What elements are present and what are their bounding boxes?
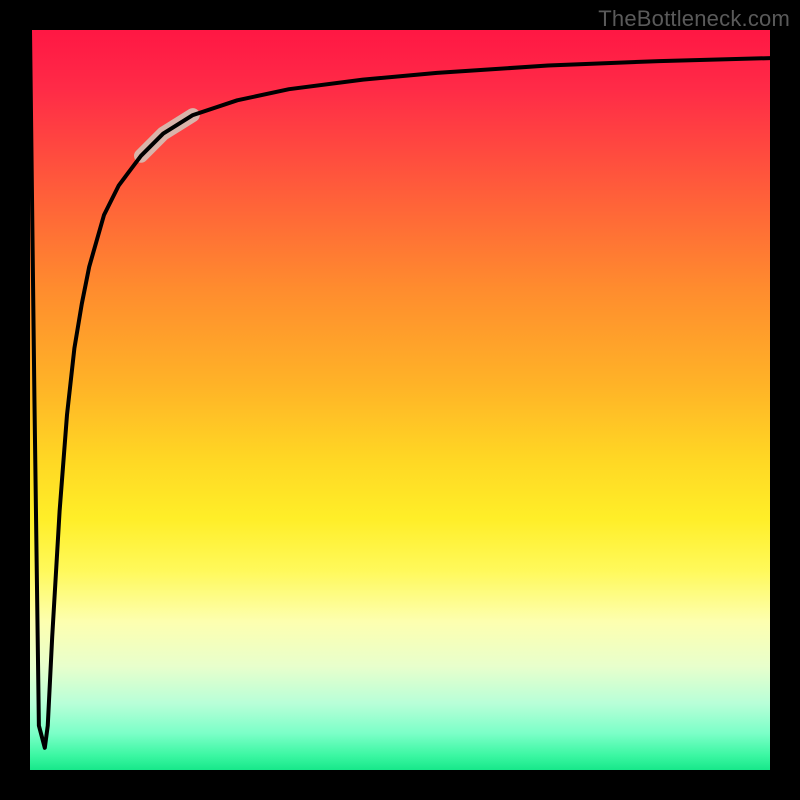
attribution-text: TheBottleneck.com: [598, 6, 790, 32]
curve-path: [30, 30, 770, 748]
chart-container: TheBottleneck.com: [0, 0, 800, 800]
curve-svg: [30, 30, 770, 770]
curve-layer: [30, 30, 770, 748]
plot-area: [30, 30, 770, 770]
